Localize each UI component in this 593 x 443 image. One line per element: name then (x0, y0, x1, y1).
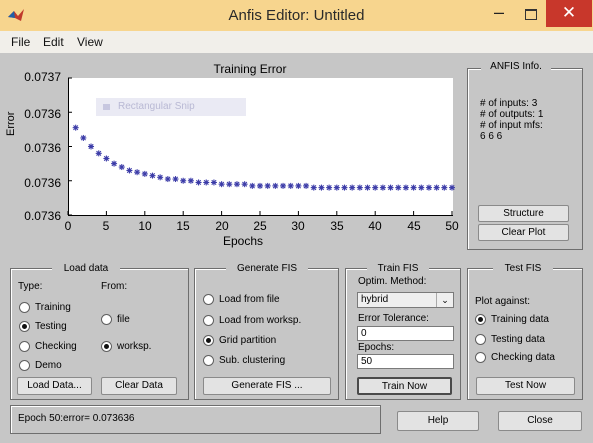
menu-edit[interactable]: Edit (43, 35, 64, 49)
generate-fis-button[interactable]: Generate FIS ... (203, 377, 331, 395)
plot-against-label: Plot against: (475, 296, 531, 307)
epochs-input[interactable]: 50 (357, 354, 454, 369)
y-tick-label: 0.0737 (24, 70, 61, 84)
radio-plot-training-data[interactable] (475, 314, 486, 325)
radio-demo[interactable] (19, 360, 30, 371)
train-fis-title: Train FIS (367, 263, 429, 274)
radio-sub-clustering[interactable] (203, 355, 214, 366)
anfis-info-panel (467, 68, 583, 250)
radio-training-label: Training (35, 302, 71, 313)
maximize-button[interactable] (516, 1, 544, 27)
structure-button[interactable]: Structure (478, 205, 569, 222)
x-tick-label: 45 (407, 219, 421, 233)
radio-load-from-workspace-label: Load from worksp. (219, 315, 302, 326)
radio-checking[interactable] (19, 341, 30, 352)
maximize-icon (525, 9, 537, 20)
radio-testing[interactable] (19, 321, 30, 332)
radio-plot-testing-data-label: Testing data (491, 334, 545, 345)
test-fis-title: Test FIS (493, 263, 553, 274)
test-now-button[interactable]: Test Now (476, 377, 575, 395)
x-axis-title: Epochs (223, 234, 264, 248)
minimize-button[interactable]: – (484, 1, 514, 27)
radio-plot-checking-data-label: Checking data (491, 352, 555, 363)
snip-label: Rectangular Snip (118, 101, 195, 112)
help-button[interactable]: Help (397, 411, 479, 431)
optim-method-select[interactable]: hybrid ⌄ (357, 292, 454, 308)
close-window-button[interactable]: ✕ (546, 0, 592, 27)
radio-file[interactable] (101, 314, 112, 325)
radio-plot-training-data-label: Training data (491, 314, 549, 325)
x-tick-label: 25 (253, 219, 267, 233)
optim-method-value: hybrid (361, 294, 389, 305)
y-axis-title: Error (5, 111, 17, 136)
radio-sub-clustering-label: Sub. clustering (219, 355, 286, 366)
radio-testing-label: Testing (35, 321, 67, 332)
load-data-button[interactable]: Load Data... (17, 377, 92, 395)
x-tick-label: 35 (330, 219, 344, 233)
radio-load-from-file-label: Load from file (219, 294, 280, 305)
optim-method-label: Optim. Method: (358, 276, 427, 287)
x-tick-label: 0 (64, 219, 72, 233)
type-label: Type: (18, 281, 43, 292)
snip-icon (103, 104, 110, 110)
status-text: Epoch 50:error= 0.073636 (18, 413, 135, 424)
radio-load-from-file[interactable] (203, 294, 214, 305)
radio-file-label: file (117, 314, 130, 325)
x-tick-label: 10 (138, 219, 152, 233)
anfis-info-title: ANFIS Info. (481, 61, 551, 72)
y-tick-label: 0.0736 (24, 141, 61, 155)
radio-workspace[interactable] (101, 341, 112, 352)
generate-fis-title: Generate FIS (226, 263, 308, 274)
info-inputs: # of inputs: 3 (480, 98, 538, 109)
y-tick-label: 0.0736 (24, 209, 61, 223)
error-tolerance-label: Error Tolerance: (358, 313, 429, 324)
epochs-label: Epochs: (358, 342, 395, 353)
radio-grid-partition[interactable] (203, 335, 214, 346)
menu-bar: File Edit View (0, 31, 593, 53)
x-tick-label: 5 (102, 219, 110, 233)
clear-data-button[interactable]: Clear Data (101, 377, 177, 395)
radio-load-from-workspace[interactable] (203, 315, 214, 326)
chart-title: Training Error (213, 62, 287, 76)
train-now-button[interactable]: Train Now (357, 377, 452, 395)
radio-grid-partition-label: Grid partition (219, 335, 277, 346)
radio-demo-label: Demo (35, 360, 62, 371)
menu-file[interactable]: File (11, 35, 30, 49)
radio-plot-testing-data[interactable] (475, 334, 486, 345)
from-label: From: (101, 281, 128, 292)
x-tick-label: 50 (445, 219, 459, 233)
info-outputs: # of outputs: 1 (480, 109, 544, 120)
x-tick-label: 15 (176, 219, 190, 233)
load-data-title: Load data (52, 263, 120, 274)
x-tick-label: 20 (215, 219, 229, 233)
chevron-down-icon: ⌄ (436, 293, 453, 307)
radio-workspace-label: worksp. (117, 341, 152, 352)
info-input-mfs: # of input mfs: (480, 120, 543, 131)
x-tick-label: 30 (291, 219, 305, 233)
x-tick-label: 40 (368, 219, 382, 233)
radio-plot-checking-data[interactable] (475, 352, 486, 363)
radio-checking-label: Checking (35, 341, 77, 352)
close-button[interactable]: Close (498, 411, 582, 431)
clear-plot-button[interactable]: Clear Plot (478, 224, 569, 241)
y-tick-label: 0.0736 (24, 176, 61, 190)
radio-training[interactable] (19, 302, 30, 313)
info-mfs-values: 6 6 6 (480, 131, 503, 142)
error-tolerance-input[interactable]: 0 (357, 326, 454, 341)
menu-view[interactable]: View (77, 35, 103, 49)
rectangular-snip-overlay: Rectangular Snip (96, 98, 246, 116)
